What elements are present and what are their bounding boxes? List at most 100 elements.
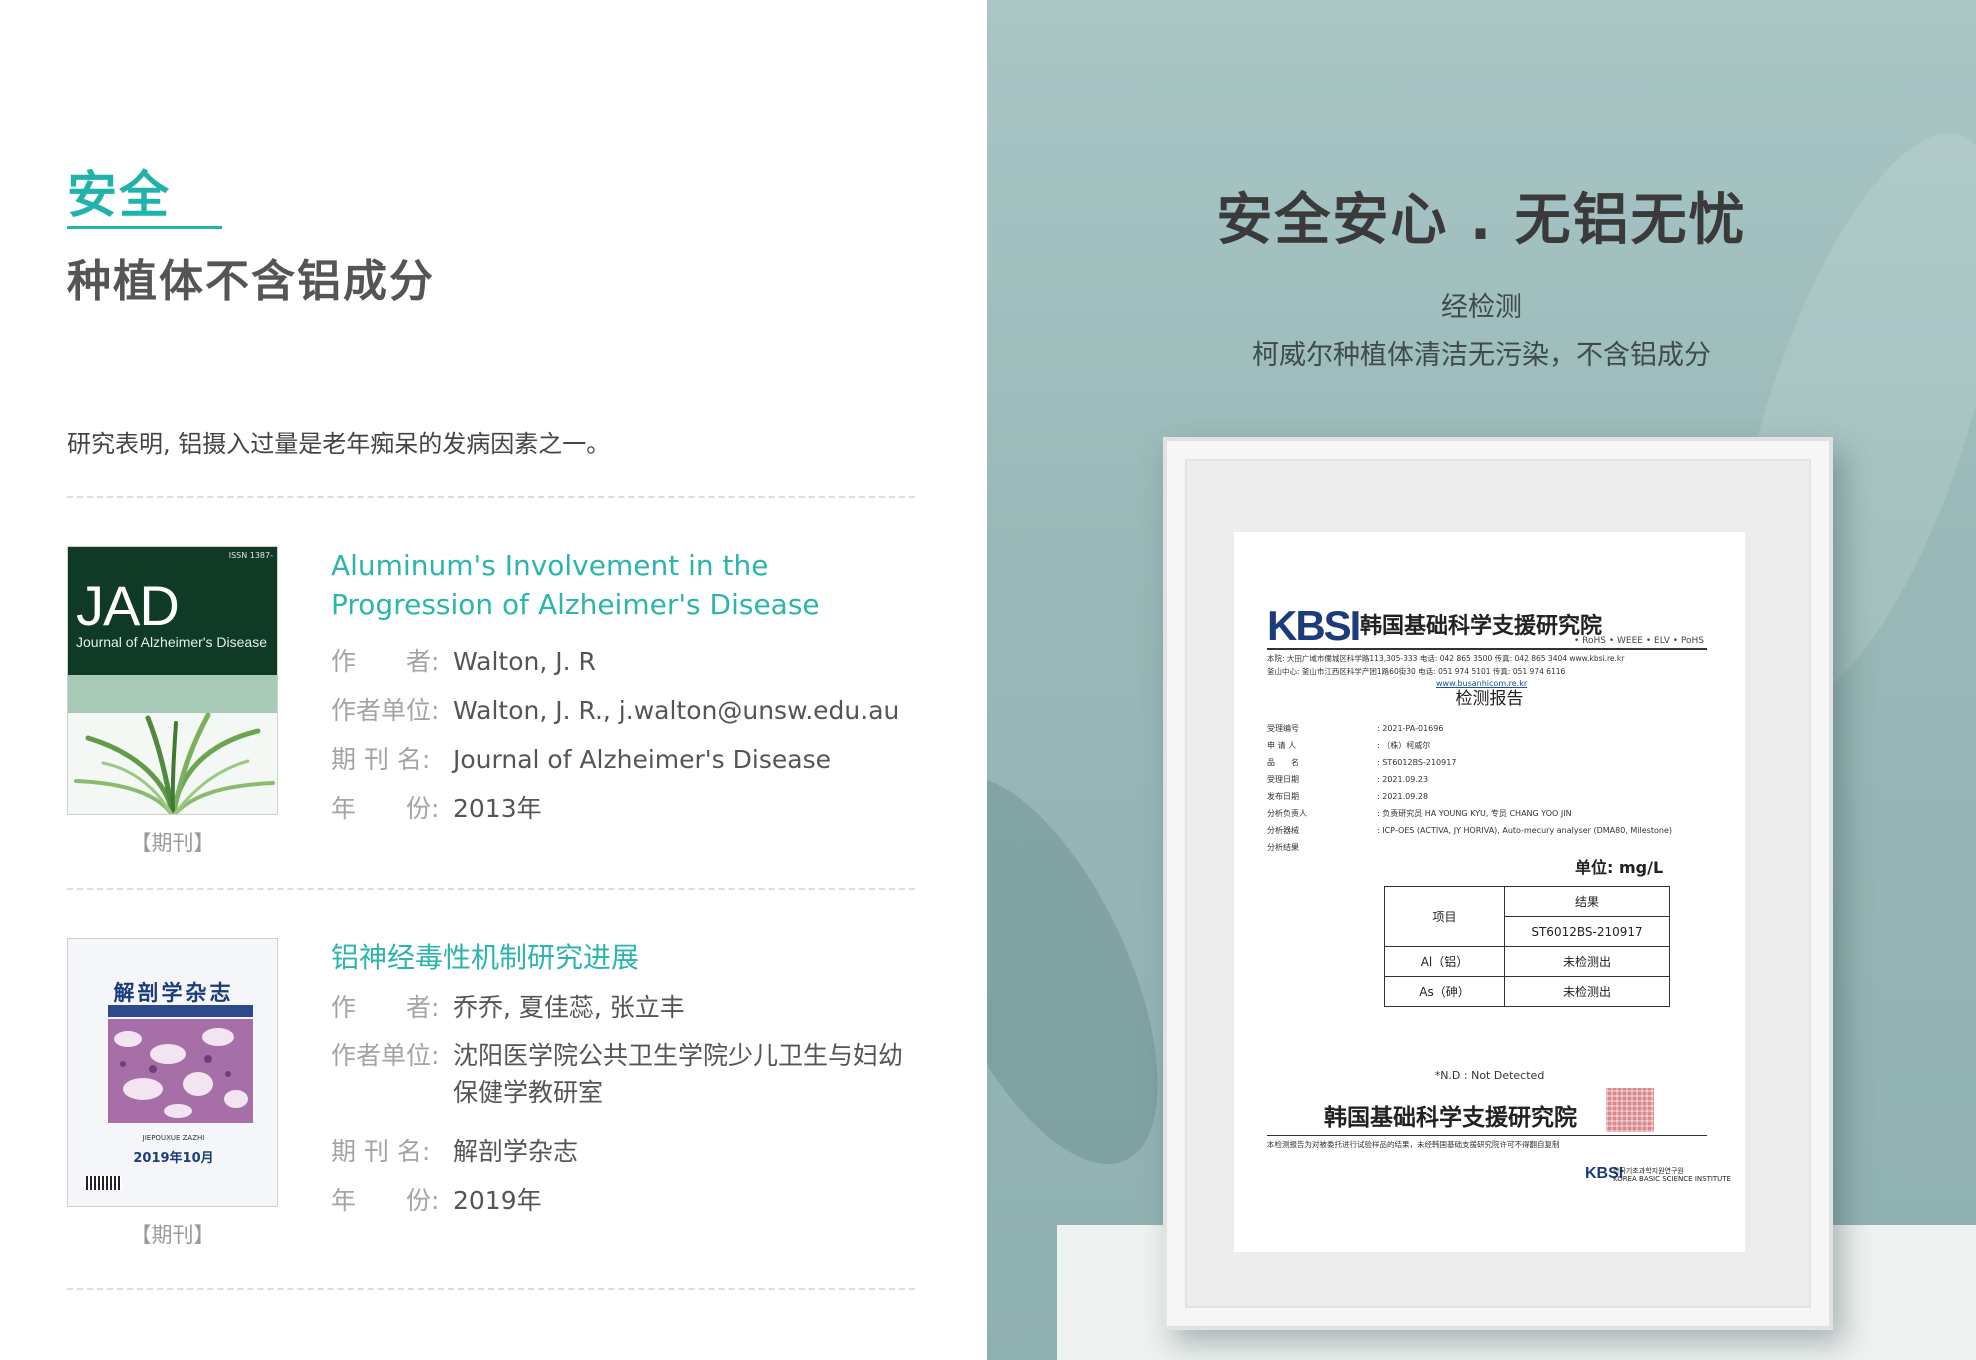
footer-rule	[1267, 1135, 1707, 1136]
meta-author: 作 者: Walton, J. R	[331, 642, 596, 678]
field-label: 申 请 人	[1267, 741, 1297, 750]
meta-affiliation: 作者单位: 沈阳医学院公共卫生学院少儿卫生与妇幼 保健学教研室	[331, 1036, 931, 1114]
year-value: 2013年	[453, 794, 542, 823]
cover-date: 2019年10月	[133, 1151, 214, 1166]
cover-histology-image	[108, 1019, 253, 1123]
field-value: : ICP-OES (ACTIVA, JY HORIVA), Auto-mecu…	[1377, 826, 1672, 835]
right-subtitle-2: 柯威尔种植体清洁无污染，不含铝成分	[1252, 340, 1711, 371]
divider	[67, 1288, 915, 1290]
report-field: 发布日期 : 2021.09.28	[1267, 791, 1428, 802]
divider	[67, 888, 915, 890]
field-value: : 2021.09.28	[1377, 792, 1429, 801]
article-title[interactable]: 铝神经毒性机制研究进展	[331, 938, 921, 977]
nd-note: *N.D : Not Detected	[1434, 1069, 1545, 1082]
field-value: : 2021-PA-01696	[1377, 724, 1444, 733]
left-panel: 安全 种植体不含铝成分 研究表明, 铝摄入过量是老年痴呆的发病因素之一。 ISS…	[0, 0, 987, 1360]
field-label: 分析结果	[1267, 843, 1299, 852]
institute-name: 韩国基础科学支援研究院	[1360, 614, 1603, 639]
right-headline: 安全安心 . 无铝无忧	[1216, 188, 1747, 253]
signature-institute: 韩国基础科学支援研究院	[1324, 1105, 1577, 1131]
result-cell: 未检测出	[1504, 946, 1670, 977]
publication-type-tag: 【期刊】	[130, 831, 215, 855]
sample-id-cell: ST6012BS-210917	[1504, 916, 1670, 947]
field-label: 受理日期	[1267, 775, 1299, 784]
article-title[interactable]: Aluminum's Involvement in the Progressio…	[331, 546, 921, 624]
field-value: : 负责研究员 HA YOUNG KYU, 专员 CHANG YOO JIN	[1377, 809, 1572, 818]
meta-journal: 期 刊 名: Journal of Alzheimer's Disease	[331, 740, 831, 776]
cover-header: ISSN 1387- JAD Journal of Alzheimer's Di…	[68, 547, 277, 675]
kbsi-english-name: KOREA BASIC SCIENCE INSTITUTE	[1613, 1175, 1732, 1183]
journal-cover-jad[interactable]: ISSN 1387- JAD Journal of Alzheimer's Di…	[67, 546, 278, 815]
footer-disclaimer: 本检测报告为对被委托进行试验样品的结果，未经韩国基础支援研究院许可不得翻自复制	[1267, 1140, 1560, 1149]
author-label: 作 者:	[331, 647, 440, 676]
affiliation-value-cont: 保健学教研室	[453, 1078, 604, 1107]
field-label: 受理编号	[1267, 724, 1299, 733]
kbsi-korean-name: 한국기초과학지원연구원	[1613, 1167, 1684, 1175]
article-card[interactable]: ISSN 1387- JAD Journal of Alzheimer's Di…	[67, 546, 915, 866]
test-report-certificate: KBSI 韩国基础科学支援研究院 • RoHS • WEEE • ELV • P…	[1234, 532, 1745, 1252]
meta-year: 年 份: 2013年	[331, 789, 542, 825]
affiliation-value: 沈阳医学院公共卫生学院少儿卫生与妇幼	[453, 1041, 904, 1070]
compliance-tags: • RoHS • WEEE • ELV • PoHS	[1574, 636, 1705, 646]
histology-icon	[108, 1019, 253, 1123]
year-label: 年 份:	[331, 1186, 440, 1215]
col-item-header: 项目	[1384, 886, 1505, 947]
journal-label: 期 刊 名:	[331, 745, 431, 774]
kbsi-logo: KBSI	[1267, 602, 1361, 649]
plant-icon	[74, 712, 275, 814]
item-cell: As（砷）	[1384, 976, 1505, 1007]
report-field: 受理编号 : 2021-PA-01696	[1267, 723, 1443, 734]
report-field: 申 请 人 : （株）柯威尔	[1267, 740, 1430, 751]
cover-abbr: JAD	[76, 574, 180, 637]
journal-value: 解剖学杂志	[453, 1137, 579, 1166]
meta-affiliation: 作者单位: Walton, J. R., j.walton@unsw.edu.au	[331, 691, 899, 727]
report-field: 分析器械: ICP-OES (ACTIVA, JY HORIVA), Auto-…	[1267, 825, 1672, 836]
report-title: 检测报告	[1455, 689, 1524, 709]
meta-journal: 期 刊 名: 解剖学杂志	[331, 1132, 578, 1168]
journal-value: Journal of Alzheimer's Disease	[453, 745, 831, 774]
divider	[67, 496, 915, 498]
cover-band	[108, 1005, 253, 1017]
author-value: 乔乔, 夏佳蕊, 张立丰	[453, 993, 685, 1022]
unit-label: 单位: mg/L	[1575, 858, 1664, 877]
article-card[interactable]: 解剖学杂志 2019年10月 JIEPOUXUE ZAZHI 【期刊】 铝神经毒…	[67, 938, 915, 1258]
cover-band	[68, 675, 277, 713]
certificate-frame[interactable]: KBSI 韩国基础科学支援研究院 • RoHS • WEEE • ELV • P…	[1163, 437, 1833, 1330]
cover-title: 解剖学杂志	[113, 981, 234, 1005]
kbsi-small-logo-text: 한국기초과학지원연구원 KOREA BASIC SCIENCE INSTITUT…	[1613, 1167, 1731, 1183]
header-rule	[1267, 648, 1707, 650]
col-result-header: 结果	[1504, 886, 1670, 917]
affiliation-label: 作者单位:	[331, 1041, 440, 1070]
seal-stamp-icon	[1606, 1088, 1654, 1132]
right-panel: 安全安心 . 无铝无忧 经检测 柯威尔种植体清洁无污染，不含铝成分 KBSI 韩…	[987, 0, 1976, 1360]
lead-text: 研究表明, 铝摄入过量是老年痴呆的发病因素之一。	[67, 430, 611, 458]
field-value: : （株）柯威尔	[1377, 741, 1431, 750]
year-label: 年 份:	[331, 794, 440, 823]
author-label: 作 者:	[331, 993, 440, 1022]
table-row: Al（铝） 未检测出	[1384, 946, 1670, 977]
report-field: 受理日期: 2021.09.23	[1267, 774, 1428, 785]
cover-pinyin: JIEPOUXUE ZAZHI	[142, 1134, 205, 1142]
field-label: 品 名	[1267, 758, 1299, 767]
report-field: 分析结果	[1267, 842, 1377, 853]
field-value: : ST6012BS-210917	[1377, 758, 1457, 767]
result-cell: 未检测出	[1504, 976, 1670, 1007]
publication-type-tag: 【期刊】	[130, 1223, 215, 1247]
journal-cover-anatomy[interactable]: 解剖学杂志 2019年10月 JIEPOUXUE ZAZHI	[67, 938, 278, 1207]
table-row: As（砷） 未检测出	[1384, 976, 1670, 1007]
item-cell: Al（铝）	[1384, 946, 1505, 977]
affiliation-value: Walton, J. R., j.walton@unsw.edu.au	[453, 696, 900, 725]
report-field: 品 名 : ST6012BS-210917	[1267, 757, 1456, 768]
results-table: 项目 结果 ST6012BS-210917 Al（铝） 未检测出 As（砷） 未…	[1384, 886, 1670, 1007]
journal-label: 期 刊 名:	[331, 1137, 431, 1166]
section-kicker: 安全	[67, 165, 171, 224]
author-value: Walton, J. R	[453, 647, 596, 676]
meta-author: 作 者: 乔乔, 夏佳蕊, 张立丰	[331, 988, 685, 1024]
right-subtitle-1: 经检测	[1441, 292, 1522, 323]
field-label: 发布日期	[1267, 792, 1299, 801]
address-line: 釜山中心: 釜山市江西区科学产团1路60街30 电话: 051 974 5101…	[1267, 667, 1566, 676]
meta-year: 年 份: 2019年	[331, 1181, 542, 1217]
cover-issn: ISSN 1387-	[228, 551, 273, 560]
report-field: 分析负责人: 负责研究员 HA YOUNG KYU, 专员 CHANG YOO …	[1267, 808, 1572, 819]
kicker-underline	[67, 226, 222, 229]
